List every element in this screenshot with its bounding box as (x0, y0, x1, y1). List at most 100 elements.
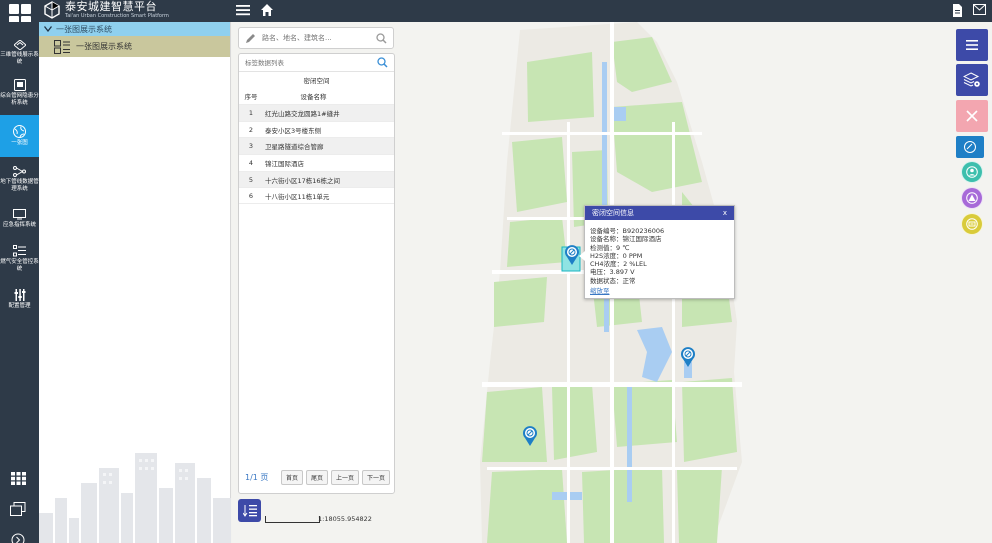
scale-text: 1:18055.954822 (318, 515, 372, 523)
popup-tail (579, 251, 585, 261)
brand: 泰安城建智慧平台 Tai'an Urban Construction Smart… (43, 1, 169, 19)
field-key: 数据状态 (590, 276, 616, 285)
sensor-icon (966, 218, 978, 230)
apps-grid-icon[interactable] (11, 472, 26, 485)
map-marker-icon[interactable] (680, 346, 696, 368)
network-icon (13, 165, 26, 177)
gauge-icon (964, 141, 976, 153)
zoom-to-link[interactable]: 缩放至 (590, 287, 610, 295)
pencil-icon[interactable] (245, 33, 256, 44)
popup-field: 数据状态：正常 (590, 276, 636, 285)
popup-body: 设备编号：B920236006 设备名称：锦江国际酒店 检测值：9 ℃ H2S浓… (585, 220, 734, 295)
menu-icon[interactable] (236, 3, 250, 17)
field-key: 设备名称 (590, 235, 616, 244)
sliders-icon (14, 288, 25, 301)
list-header: 序号 设备名称 (239, 88, 394, 104)
column-header-name: 设备名称 (300, 93, 327, 101)
sidebar-item-label: 三维管线展示系统 (0, 52, 39, 65)
sidebar-item-label: 配置管理 (8, 302, 31, 309)
sidebar-item-config[interactable]: 配置管理 (0, 280, 39, 318)
arrow-circle-icon[interactable] (11, 533, 25, 543)
menu-icon (966, 40, 978, 50)
sidebar-item-gas-safety[interactable]: 燃气安全管控系统 (0, 240, 39, 278)
legend-toggle-button[interactable] (238, 499, 261, 522)
sidebar-item-hazard-analysis[interactable]: 综合管网隐患分析系统 (0, 74, 39, 112)
field-value: 3.897 V (609, 268, 635, 277)
popup-field: H2S浓度：0 PPM (590, 251, 643, 260)
table-row[interactable]: 4 锦江国际酒店 (239, 154, 394, 171)
pager: 1/1 页 首页 尾页 上一页 下一页 (245, 470, 390, 485)
brand-logo-icon (44, 1, 60, 19)
row-name: 红光山路交龙圆路1#缝井 (265, 109, 340, 118)
table-row[interactable]: 5 十六街小区17栋16栋之间 (239, 170, 394, 188)
row-no: 3 (248, 142, 254, 151)
sort-list-icon (242, 505, 257, 517)
map-search (238, 27, 394, 49)
search-icon[interactable] (377, 57, 388, 68)
row-no: 1 (248, 108, 254, 117)
list-icon (13, 245, 26, 257)
sidebar-item-label: 应急指挥系统 (2, 222, 36, 228)
device-info-popup: 密闭空间信息 x 设备编号：B920236006 设备名称：锦江国际酒店 检测值… (579, 205, 735, 299)
device-list-panel: 密闭空间 序号 设备名称 1 红光山路交龙圆路1#缝井 2 泰安小区3号楼东侧 3 卫… (238, 53, 395, 494)
left-sidebar: 三维管线展示系统 综合管网隐患分析系统 一张图 地下管线数据管理系统 应急指挥系… (0, 22, 39, 543)
hazard-tool-button[interactable] (961, 187, 983, 209)
map-marker-icon[interactable] (522, 425, 538, 447)
last-page-button[interactable]: 尾页 (305, 470, 328, 485)
close-icon[interactable]: x (723, 209, 727, 217)
layer-menu-button[interactable] (956, 29, 988, 61)
tree-root[interactable]: 一张图展示系统 (39, 22, 230, 36)
chevron-down-icon[interactable] (44, 26, 52, 32)
popup-header: 密闭空间信息 x (585, 206, 734, 220)
tree-panel: 一张图展示系统 一张图展示系统 (39, 22, 231, 543)
field-key: 设备编号 (590, 227, 616, 235)
layers-settings-button[interactable] (956, 64, 988, 96)
sidebar-item-one-map[interactable]: 一张图 (0, 115, 39, 157)
close-tools-button[interactable] (956, 100, 988, 132)
sidebar-item-label: 综合管网隐患分析系统 (0, 93, 39, 106)
confined-space-tool-button[interactable] (956, 136, 984, 158)
tree-child[interactable]: 一张图展示系统 (39, 36, 230, 57)
app-title: 泰安城建智慧平台 (65, 0, 157, 13)
column-header-no: 序号 (244, 93, 258, 101)
field-key: 电压 (590, 268, 603, 277)
sidebar-item-3d-pipeline[interactable]: 三维管线展示系统 (0, 34, 39, 72)
first-page-button[interactable]: 首页 (280, 470, 303, 485)
table-row[interactable]: 1 红光山路交龙圆路1#缝井 (239, 104, 394, 121)
field-key: 检测值 (590, 243, 610, 252)
row-no: 4 (248, 158, 254, 167)
table-row[interactable]: 6 十八街小区11栋1单元 (239, 187, 394, 205)
search-input[interactable] (262, 34, 370, 42)
sidebar-item-label: 地下管线数据管理系统 (0, 178, 39, 192)
field-key: H2S浓度 (590, 251, 617, 260)
map-marker-selected-icon[interactable] (564, 244, 580, 266)
sidebar-item-emergency[interactable]: 应急指挥系统 (0, 200, 39, 238)
sidebar-item-data-management[interactable]: 地下管线数据管理系统 (0, 160, 39, 198)
row-name: 十六街小区17栋16栋之间 (265, 176, 341, 185)
document-icon[interactable] (952, 4, 963, 17)
tree-grid-icon (54, 39, 70, 54)
search-icon[interactable] (376, 32, 387, 44)
windows-icon[interactable] (10, 502, 26, 516)
table-row[interactable]: 3 卫星路隧道综合管廊 (239, 137, 394, 155)
prev-page-button[interactable]: 上一页 (330, 470, 359, 485)
close-icon (966, 110, 978, 122)
field-value: 锦江国际酒店 (622, 235, 662, 244)
pager-info: 1/1 页 (245, 473, 269, 482)
table-row[interactable]: 2 泰安小区3号楼东侧 (239, 120, 394, 138)
globe-icon (13, 125, 26, 138)
popup-field: 电压：3.897 V (590, 268, 635, 277)
monitor-icon (13, 209, 26, 220)
sidebar-item-label: 一张图 (11, 140, 28, 146)
layers-gear-icon (963, 72, 980, 87)
sidebar-item-label: 燃气安全管控系统 (0, 259, 39, 272)
next-page-button[interactable]: 下一页 (361, 470, 390, 485)
row-name: 卫星路隧道综合管廊 (265, 143, 324, 152)
scale-bar (265, 516, 320, 523)
mail-icon[interactable] (973, 4, 986, 15)
list-filter-input[interactable] (245, 58, 377, 67)
sensor-tool-button[interactable] (961, 213, 983, 235)
app-subtitle: Tai'an Urban Construction Smart Platform (65, 13, 169, 19)
home-icon[interactable] (260, 3, 274, 17)
person-tool-button[interactable] (961, 161, 983, 183)
